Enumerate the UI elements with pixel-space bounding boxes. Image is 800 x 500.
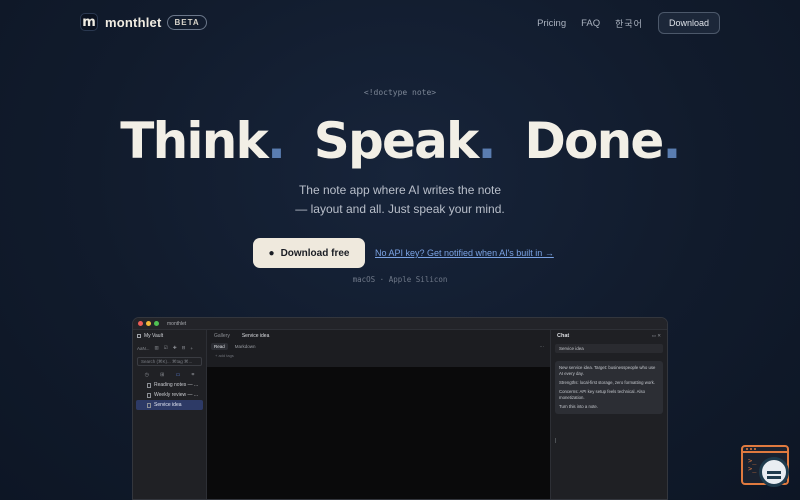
file-item: Weekly review — ... xyxy=(133,390,206,400)
chat-message-line: Turn this into a note. xyxy=(559,404,599,409)
download-free-label: Download free xyxy=(280,247,350,259)
grid-icon: ⊞ xyxy=(160,371,165,378)
sidebar-tool: AaN... xyxy=(137,345,150,351)
headline-dot: . xyxy=(662,112,682,170)
subtitle-line-1: The note app where AI writes the note xyxy=(298,183,502,197)
app-main-pane: Gallery Service idea Read Markdown ⋯ + a… xyxy=(207,330,550,499)
download-free-button[interactable]: ● Download free xyxy=(253,238,365,268)
chat-message-line: Concerns: API key setup feels technical.… xyxy=(559,389,645,400)
subtitle-line-2: — layout and all. Just speak your mind. xyxy=(295,202,505,216)
maximize-window-icon xyxy=(154,321,159,326)
chat-header: Chat ▭ ✕ xyxy=(551,330,667,342)
sidebar-tool-icon: ✚ xyxy=(172,345,177,350)
file-item: Reading notes — ... xyxy=(133,380,206,390)
minimize-window-icon xyxy=(146,321,151,326)
headline-word-speak: Speak xyxy=(313,112,480,170)
file-name: Service idea xyxy=(154,402,182,408)
vault-selector: My Vault xyxy=(133,330,206,342)
notify-link[interactable]: No API key? Get notified when AI's built… xyxy=(375,248,554,258)
window-titlebar: monthlet xyxy=(133,318,667,330)
app-sidebar: My Vault AaN... ▥ ☑ ✚ ⊟ + Search (⌘K)...… xyxy=(133,330,207,499)
tag-icon: ⌗ xyxy=(191,371,195,378)
chat-title: Chat xyxy=(557,333,570,339)
beta-badge: BETA xyxy=(167,14,207,30)
tab-bar: Gallery Service idea xyxy=(207,330,550,341)
vault-name: My Vault xyxy=(144,333,164,339)
chat-window-controls-icon: ▭ ✕ xyxy=(651,333,661,338)
mode-read: Read xyxy=(211,343,228,350)
sidebar-toolbar: AaN... ▥ ☑ ✚ ⊟ + xyxy=(133,342,206,354)
headline-word-think: Think xyxy=(120,112,268,170)
chat-context-file: Service idea xyxy=(555,344,663,353)
file-icon xyxy=(147,382,151,388)
file-icon xyxy=(147,392,151,398)
window-title: monthlet xyxy=(167,320,187,327)
sidebar-tool-icon: ▥ xyxy=(154,345,159,350)
chat-message-line: New service idea. Target: businesspeople… xyxy=(559,365,656,376)
headline-dot: . xyxy=(266,112,286,170)
search-icon[interactable] xyxy=(759,457,789,487)
brand[interactable]: m monthlet BETA xyxy=(80,13,207,31)
nav-link-pricing[interactable]: Pricing xyxy=(537,18,566,29)
app-window-preview: monthlet My Vault AaN... ▥ ☑ ✚ ⊟ + Searc… xyxy=(132,317,668,500)
tab-service-idea: Service idea xyxy=(241,332,270,339)
apple-icon: ● xyxy=(268,247,275,259)
hero-headline: Think. Speak. Done. xyxy=(0,112,800,170)
folder-icon: ▭ xyxy=(175,371,181,378)
sidebar-view-icons: ◷ ⊞ ▭ ⌗ xyxy=(133,369,206,380)
cta-row: ● Download free No API key? Get notified… xyxy=(253,238,554,268)
view-mode-bar: Read Markdown ⋯ xyxy=(207,341,550,352)
headline-word-done: Done xyxy=(524,112,664,170)
tab-gallery: Gallery xyxy=(214,332,230,339)
nav-link-language[interactable]: 한국어 xyxy=(615,17,643,30)
chat-input: | xyxy=(555,438,557,444)
platform-note: macOS · Apple Silicon xyxy=(352,275,448,284)
add-tags: + add tags xyxy=(215,353,234,358)
headline-dot: . xyxy=(477,112,497,170)
nav-link-faq[interactable]: FAQ xyxy=(581,18,600,29)
file-icon xyxy=(147,402,151,408)
note-editor xyxy=(207,367,550,499)
more-icon: ⋯ xyxy=(539,343,545,349)
top-nav: m monthlet BETA Pricing FAQ 한국어 Download xyxy=(0,0,800,46)
chat-message-line: Strengths: local-first storage, zero for… xyxy=(559,380,656,385)
sidebar-tool-icon: ☑ xyxy=(163,345,168,350)
file-item-selected: Service idea xyxy=(136,400,203,410)
mode-markdown: Markdown xyxy=(234,344,256,349)
sidebar-tool-icon: ⊟ xyxy=(181,345,186,350)
clock-icon: ◷ xyxy=(144,371,149,378)
vault-icon xyxy=(137,334,141,338)
chat-message: New service idea. Target: businesspeople… xyxy=(555,361,663,414)
sidebar-search: Search (⌘K)... ⌘tag ⌘... xyxy=(137,357,202,366)
chat-panel: Chat ▭ ✕ Service idea New service idea. … xyxy=(550,330,667,499)
doctype-tag: <!doctype note> xyxy=(363,88,437,97)
hero-subtitle: The note app where AI writes the note — … xyxy=(0,181,800,219)
sidebar-tool-icon: + xyxy=(190,345,194,351)
file-name: Reading notes — ... xyxy=(154,382,199,388)
brand-logo-icon: m xyxy=(80,13,98,31)
nav-links: Pricing FAQ 한국어 Download xyxy=(537,12,720,34)
nav-download-button[interactable]: Download xyxy=(657,12,720,34)
brand-name: monthlet xyxy=(105,14,162,30)
close-window-icon xyxy=(138,321,143,326)
file-name: Weekly review — ... xyxy=(154,392,199,398)
